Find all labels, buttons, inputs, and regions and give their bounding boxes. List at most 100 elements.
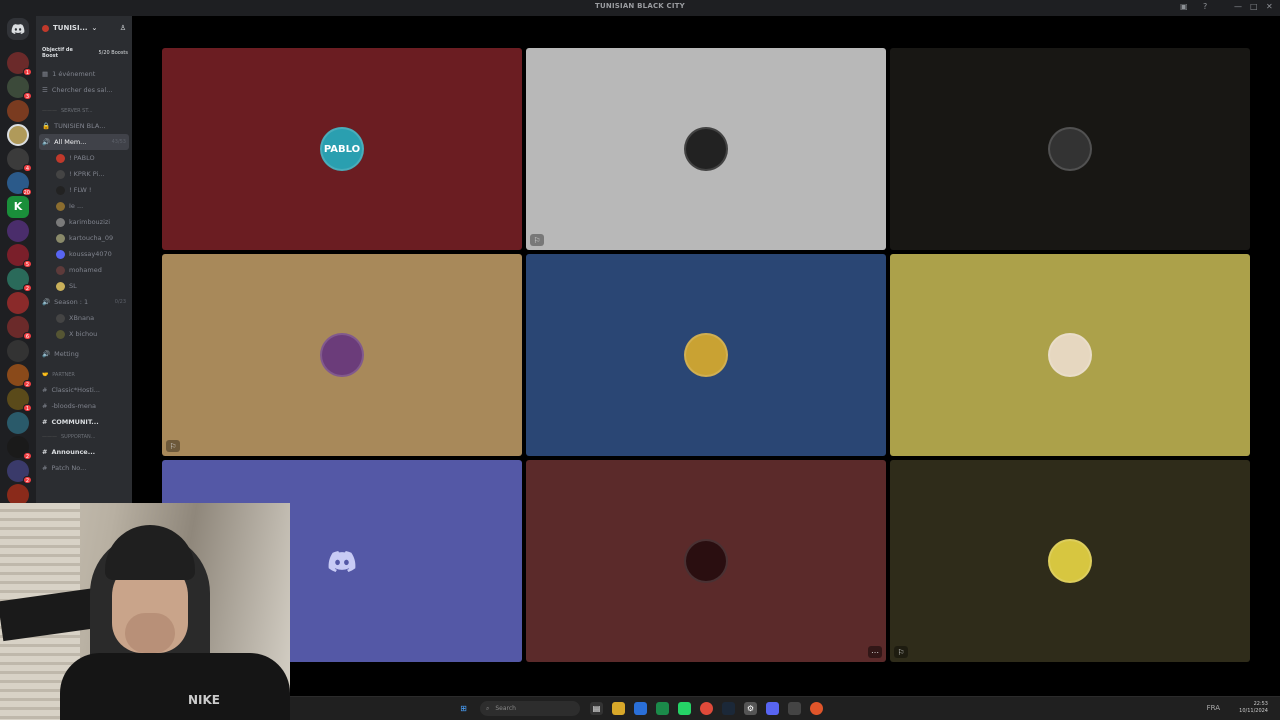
participant-tile-beard[interactable] [890, 254, 1250, 456]
server-icon[interactable]: 4 [7, 148, 32, 172]
app-icon[interactable] [810, 702, 823, 715]
hash-icon: # [42, 418, 48, 426]
server-dot-icon [42, 24, 49, 32]
minimize-button[interactable]: — [1234, 2, 1242, 11]
voice-member[interactable]: SL [36, 278, 132, 294]
browse-channels-label: Chercher des sal... [51, 86, 113, 94]
avatar [56, 233, 65, 243]
search-icon: ⌕ [486, 704, 490, 712]
participant-tile-cat[interactable]: ⚐ [162, 254, 522, 456]
voice-member[interactable]: koussay4070 [36, 246, 132, 262]
events-item[interactable]: ▦ 1 événement [36, 66, 132, 82]
search-placeholder: Search [495, 705, 516, 712]
voice-call-grid: PABLO ⚐ ⚐ ⋯ ⚐ [132, 16, 1280, 696]
whatsapp-icon[interactable] [678, 702, 691, 715]
chrome-icon[interactable] [700, 702, 713, 715]
member-name: mohamed [69, 266, 102, 274]
system-tray[interactable]: FRA [1207, 704, 1220, 712]
server-icon[interactable]: 2 [7, 436, 32, 460]
participant-avatar [684, 539, 728, 583]
server-icon[interactable]: 2 [7, 268, 32, 292]
maximize-button[interactable]: □ [1250, 2, 1258, 11]
server-icon[interactable]: 3 [7, 76, 32, 100]
voice-channel-meeting[interactable]: 🔊 Metting [36, 346, 132, 362]
discord-home-button[interactable] [7, 18, 29, 40]
server-icon[interactable]: 20 [7, 172, 32, 196]
member-name: ! KPRK Pi... [69, 170, 105, 178]
server-icon[interactable] [7, 292, 29, 314]
voice-member[interactable]: ! KPRK Pi... [36, 166, 132, 182]
category-support[interactable]: ——— SUPPORTAN... [36, 430, 132, 444]
task-view-icon[interactable]: ▤ [590, 702, 603, 715]
hash-icon: # [42, 464, 48, 472]
clock-date: 10/11/2024 [1239, 708, 1268, 714]
avatar [56, 185, 65, 195]
channel-patch[interactable]: # Patch No... [36, 460, 132, 476]
app-icon[interactable] [788, 702, 801, 715]
text-channel[interactable]: # COMMUNIT... [36, 414, 132, 430]
voice-channel-label: Metting [54, 350, 79, 358]
server-icon[interactable] [7, 340, 29, 362]
server-icon[interactable]: 5 [7, 244, 32, 268]
server-icon[interactable] [7, 220, 29, 242]
browse-channels-item[interactable]: ☰ Chercher des sal... [36, 82, 132, 98]
close-button[interactable]: ✕ [1266, 2, 1273, 11]
server-icon-active[interactable] [7, 124, 29, 146]
server-icon[interactable]: 6 [7, 316, 32, 340]
kick-server-icon[interactable]: K [7, 196, 29, 218]
participant-tile-hat[interactable]: ⚐ [526, 48, 886, 250]
start-button-icon[interactable]: ⊞ [457, 702, 470, 715]
chevron-down-icon: ⌄ [91, 24, 98, 32]
taskbar-search[interactable]: ⌕ Search [480, 701, 580, 716]
channel-tunisien[interactable]: 🔒 TUNISIEN BLA... [36, 118, 132, 134]
category-partner[interactable]: 🤝 partner [36, 368, 132, 382]
voice-member[interactable]: kartoucha_09 [36, 230, 132, 246]
file-explorer-icon[interactable] [612, 702, 625, 715]
category-server-stats[interactable]: ——— SERVER ST... [36, 104, 132, 118]
server-icon[interactable]: 2 [7, 364, 32, 388]
voice-member[interactable]: karimbouzizi [36, 214, 132, 230]
participant-tile-pablo[interactable]: PABLO [162, 48, 522, 250]
app-icon[interactable] [656, 702, 669, 715]
voice-member[interactable]: X bichou [36, 326, 132, 342]
participant-tile-yellow[interactable]: ⚐ [890, 460, 1250, 662]
voice-member[interactable]: mohamed [36, 262, 132, 278]
add-member-icon[interactable]: ♙ [120, 24, 126, 32]
app-icon[interactable] [634, 702, 647, 715]
channel-announce[interactable]: # Announce... [36, 444, 132, 460]
server-icon[interactable]: 2 [7, 460, 32, 484]
discord-taskbar-icon[interactable] [766, 702, 779, 715]
text-channel[interactable]: # Classic*Hosti... [36, 382, 132, 398]
voice-channel-season[interactable]: 🔊 Season : 1 0/23 [36, 294, 132, 310]
member-name: Ie ... [69, 202, 84, 210]
boost-goal-bar[interactable]: Objectif de Boost 5/20 Boosts [42, 44, 128, 62]
voice-member[interactable]: ! PABLO [36, 150, 132, 166]
avatar [56, 313, 65, 323]
member-name: X bichou [69, 330, 98, 338]
muted-mic-icon: ⚐ [166, 440, 180, 452]
voice-channel-all-members[interactable]: 🔊 All Mem... 43/53 [39, 134, 129, 150]
voice-member[interactable]: ! FLW ! [36, 182, 132, 198]
muted-mic-icon: ⚐ [530, 234, 544, 246]
calendar-icon: ▦ [42, 70, 49, 78]
settings-icon[interactable]: ⚙ [744, 702, 757, 715]
hash-icon: # [42, 448, 48, 456]
more-options-icon[interactable]: ⋯ [868, 646, 882, 658]
text-channel[interactable]: # -bloods-mena [36, 398, 132, 414]
taskbar-clock[interactable]: 22:53 10/11/2024 [1239, 701, 1268, 715]
server-icon[interactable] [7, 100, 29, 122]
list-icon: ☰ [42, 86, 48, 94]
inbox-icon[interactable]: ▣ [1180, 2, 1188, 11]
server-icon[interactable] [7, 412, 29, 434]
steam-icon[interactable] [722, 702, 735, 715]
server-icon[interactable]: 1 [7, 388, 32, 412]
server-header[interactable]: TUNISI... ⌄ ♙ [36, 16, 132, 40]
server-icon[interactable]: 1 [7, 52, 32, 76]
participant-tile-mask[interactable] [890, 48, 1250, 250]
participant-tile-hood[interactable]: ⋯ [526, 460, 886, 662]
participant-avatar [684, 333, 728, 377]
voice-member[interactable]: XBnana [36, 310, 132, 326]
help-icon[interactable]: ? [1203, 2, 1207, 11]
voice-member[interactable]: Ie ... [36, 198, 132, 214]
participant-tile-player[interactable] [526, 254, 886, 456]
